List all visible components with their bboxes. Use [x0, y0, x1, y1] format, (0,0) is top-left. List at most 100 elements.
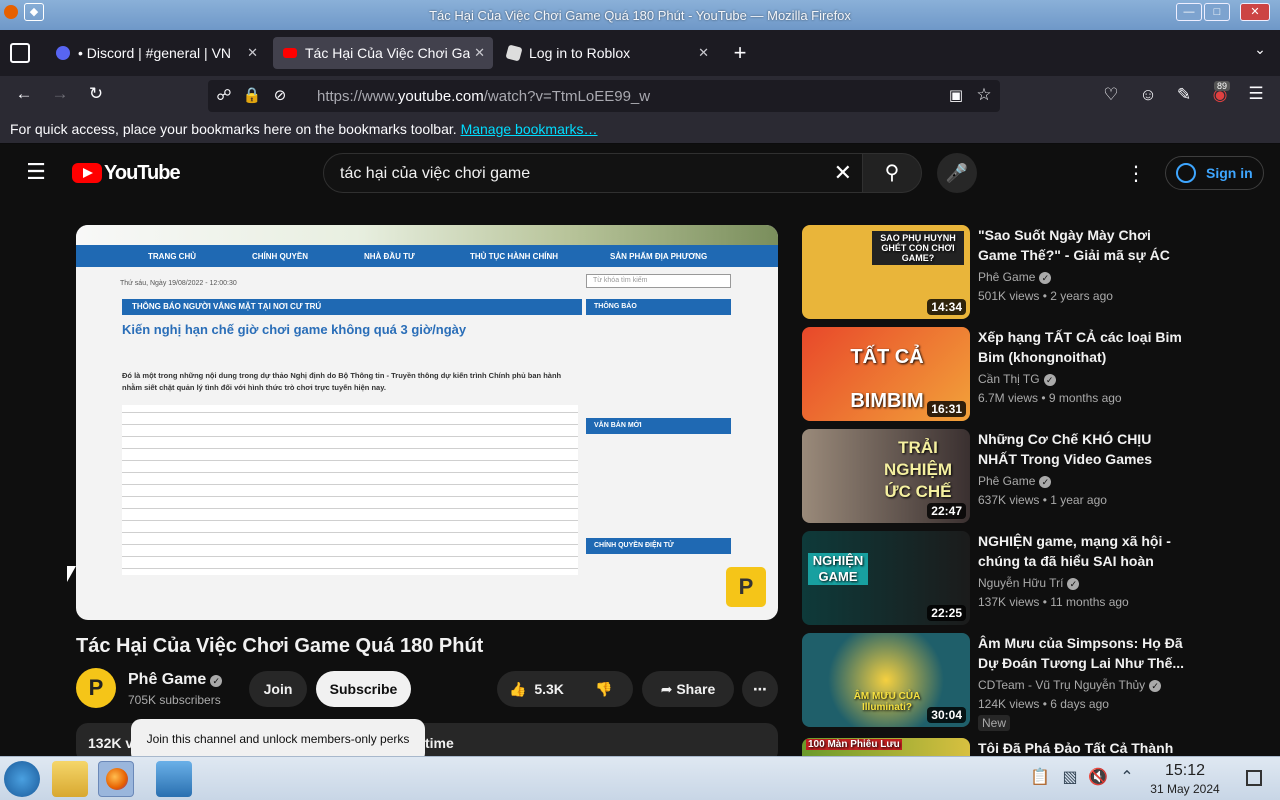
channel-avatar[interactable]: P: [76, 668, 116, 708]
share-button[interactable]: ➦ Share: [642, 671, 734, 707]
tab-label: Tác Hại Của Việc Chơi Game: [305, 45, 470, 61]
menu-item: TRANG CHỦ: [148, 252, 196, 261]
video-thumbnail[interactable]: NGHIỆN GAME 22:25: [802, 531, 970, 625]
url-text[interactable]: https://www.youtube.com/watch?v=TtmLoEE9…: [317, 88, 650, 105]
video-thumbnail[interactable]: TRẢI NGHIỆM ỨC CHẾ 22:47: [802, 429, 970, 523]
site-date: Thứ sáu, Ngày 19/08/2022 - 12:00:30: [120, 280, 237, 287]
related-channel[interactable]: Cần Thị TG ✓: [978, 372, 1056, 386]
search-value: tác hại của việc chơi game: [340, 165, 531, 182]
related-channel[interactable]: CDTeam - Vũ Trụ Nguyễn Thủy ✓: [978, 678, 1162, 692]
sign-in-button[interactable]: Sign in: [1165, 156, 1264, 190]
video-thumbnail[interactable]: TẤT CẢ BIMBIM 16:31: [802, 327, 970, 421]
tray-expand-icon[interactable]: ⌃: [1115, 767, 1139, 787]
video-thumbnail[interactable]: 100 Màn Phiêu Lưu: [802, 738, 970, 756]
account-icon[interactable]: ☺: [1136, 85, 1160, 105]
tab-close-icon[interactable]: ✕: [698, 37, 709, 69]
show-desktop-icon[interactable]: [1246, 770, 1262, 786]
voice-search-button[interactable]: 🎤: [937, 153, 977, 193]
new-badge: New: [978, 715, 1011, 731]
forward-icon[interactable]: →: [48, 84, 72, 104]
tab-close-icon[interactable]: ✕: [474, 37, 485, 69]
tab-discord[interactable]: • Discord | #general | VN ✕: [46, 37, 266, 69]
guide-menu-icon[interactable]: ☰: [24, 159, 48, 185]
tracking-shield-icon[interactable]: ☍: [212, 86, 236, 104]
system-settings-icon[interactable]: [156, 761, 192, 797]
related-video[interactable]: NGHIỆN GAME 22:25 NGHIỆN game, mạng xã h…: [802, 531, 1202, 629]
reload-icon[interactable]: ↻: [84, 84, 108, 104]
extensions-icon[interactable]: ✎: [1172, 85, 1196, 105]
start-menu-icon[interactable]: [4, 761, 40, 797]
video-player[interactable]: TRANG CHỦ CHÍNH QUYỀN NHÀ ĐẦU TƯ THỦ TỤC…: [76, 225, 778, 620]
video-thumbnail[interactable]: ÂM MƯU CỦA Illuminati? 30:04: [802, 633, 970, 727]
lock-icon[interactable]: 🔒: [240, 86, 264, 104]
video-thumbnail[interactable]: SAO PHỤ HUYNH GHÉT CON CHƠI GAME? 14:34: [802, 225, 970, 319]
related-title[interactable]: NGHIỆN game, mạng xã hội - chúng ta đã h…: [978, 531, 1188, 571]
channel-watermark-icon[interactable]: P: [726, 567, 766, 607]
related-title[interactable]: "Sao Suốt Ngày Mày Chơi Game Thế?" - Giả…: [978, 225, 1188, 265]
related-video[interactable]: SAO PHỤ HUYNH GHÉT CON CHƠI GAME? 14:34 …: [802, 225, 1202, 323]
like-count: 5.3K: [534, 681, 564, 697]
more-options-icon[interactable]: ⋮: [1124, 161, 1148, 186]
close-window-button[interactable]: ✕: [1240, 3, 1270, 21]
minimize-button[interactable]: —: [1176, 3, 1202, 21]
new-tab-button[interactable]: +: [728, 40, 752, 66]
video-duration: 14:34: [927, 299, 966, 315]
firefox-taskbar-icon[interactable]: [98, 761, 134, 797]
clipboard-icon[interactable]: 📋: [1028, 767, 1052, 787]
account-circle-icon: [1176, 163, 1196, 183]
clock-date: 31 May 2024: [1150, 782, 1220, 796]
verified-icon: ✓: [1149, 680, 1162, 692]
volume-muted-icon[interactable]: 🔇: [1086, 767, 1110, 787]
site-side-heading: VĂN BẢN MỚI: [586, 418, 731, 434]
related-channel[interactable]: Phê Game ✓: [978, 474, 1052, 488]
bookmark-star-icon[interactable]: ☆: [972, 85, 996, 105]
battery-icon[interactable]: ▧: [1058, 767, 1082, 787]
clear-search-icon[interactable]: ✕: [834, 160, 852, 186]
bookmarks-toolbar: For quick access, place your bookmarks h…: [0, 116, 1280, 144]
related-video[interactable]: TẤT CẢ BIMBIM 16:31 Xếp hạng TẤT CẢ các …: [802, 327, 1202, 425]
permissions-icon[interactable]: ⊘: [268, 86, 292, 104]
tab-close-icon[interactable]: ✕: [247, 37, 258, 69]
video-duration: 22:47: [927, 503, 966, 519]
search-input[interactable]: tác hại của việc chơi game ✕: [323, 153, 863, 193]
clock[interactable]: 15:12 31 May 2024: [1140, 763, 1230, 797]
tab-youtube[interactable]: Tác Hại Của Việc Chơi Game ✕: [273, 37, 493, 69]
back-icon[interactable]: ←: [12, 84, 36, 104]
video-duration: 30:04: [927, 707, 966, 723]
more-actions-button[interactable]: ⋯: [742, 671, 778, 707]
related-video[interactable]: TRẢI NGHIỆM ỨC CHẾ 22:47 Những Cơ Chế KH…: [802, 429, 1202, 527]
list-all-tabs-icon[interactable]: ⌄: [1248, 41, 1272, 58]
app-menu-icon[interactable]: ☰: [1244, 84, 1268, 104]
clock-time: 15:12: [1164, 762, 1206, 779]
thumbs-up-icon[interactable]: 👍: [509, 681, 526, 697]
related-video[interactable]: ÂM MƯU CỦA Illuminati? 30:04 Âm Mưu của …: [802, 633, 1202, 731]
url-bar[interactable]: ☍ 🔒 ⊘ https://www.youtube.com/watch?v=Tt…: [208, 80, 1000, 112]
youtube-logo[interactable]: YouTube: [72, 161, 181, 185]
related-channel[interactable]: Phê Game ✓: [978, 270, 1052, 284]
related-title[interactable]: Âm Mưu của Simpsons: Họ Đã Dự Đoán Tương…: [978, 633, 1188, 673]
menu-item: CHÍNH QUYỀN: [252, 252, 309, 261]
like-dislike-button[interactable]: 👍 5.3K 👎: [497, 671, 633, 707]
related-title[interactable]: Xếp hạng TẤT CẢ các loại Bim Bim (khongn…: [978, 327, 1188, 367]
maximize-button[interactable]: □: [1204, 3, 1230, 21]
pocket-icon[interactable]: ♡: [1099, 85, 1123, 105]
search-button[interactable]: ⚲: [862, 153, 922, 193]
manage-bookmarks-link[interactable]: Manage bookmarks…: [461, 121, 598, 137]
logo-text: YouTube: [104, 162, 181, 184]
related-title[interactable]: Những Cơ Chế KHÓ CHỊU NHẤT Trong Video G…: [978, 429, 1188, 469]
file-manager-icon[interactable]: [52, 761, 88, 797]
picture-in-picture-icon[interactable]: ▣: [944, 86, 968, 104]
taskbar: 📋 ▧ 🔇 ⌃ 15:12 31 May 2024: [0, 756, 1280, 800]
channel-name[interactable]: Phê Game ✓: [128, 671, 223, 689]
related-channel[interactable]: Nguyễn Hữu Trí ✓: [978, 576, 1080, 590]
firefox-view-icon[interactable]: [10, 43, 30, 63]
tab-roblox[interactable]: Log in to Roblox ✕: [497, 37, 717, 69]
site-banner: [76, 225, 778, 245]
menu-item: SẢN PHẨM ĐỊA PHƯƠNG: [610, 252, 708, 261]
related-video[interactable]: 100 Màn Phiêu Lưu Tôi Đã Phá Đảo Tất Cả …: [802, 738, 1202, 756]
join-button[interactable]: Join: [249, 671, 307, 707]
related-title[interactable]: Tôi Đã Phá Đảo Tất Cả Thành: [978, 738, 1188, 756]
menu-item: NHÀ ĐẦU TƯ: [364, 252, 415, 261]
subscribe-button[interactable]: Subscribe: [316, 671, 411, 707]
thumbs-down-icon[interactable]: 👎: [595, 671, 612, 707]
